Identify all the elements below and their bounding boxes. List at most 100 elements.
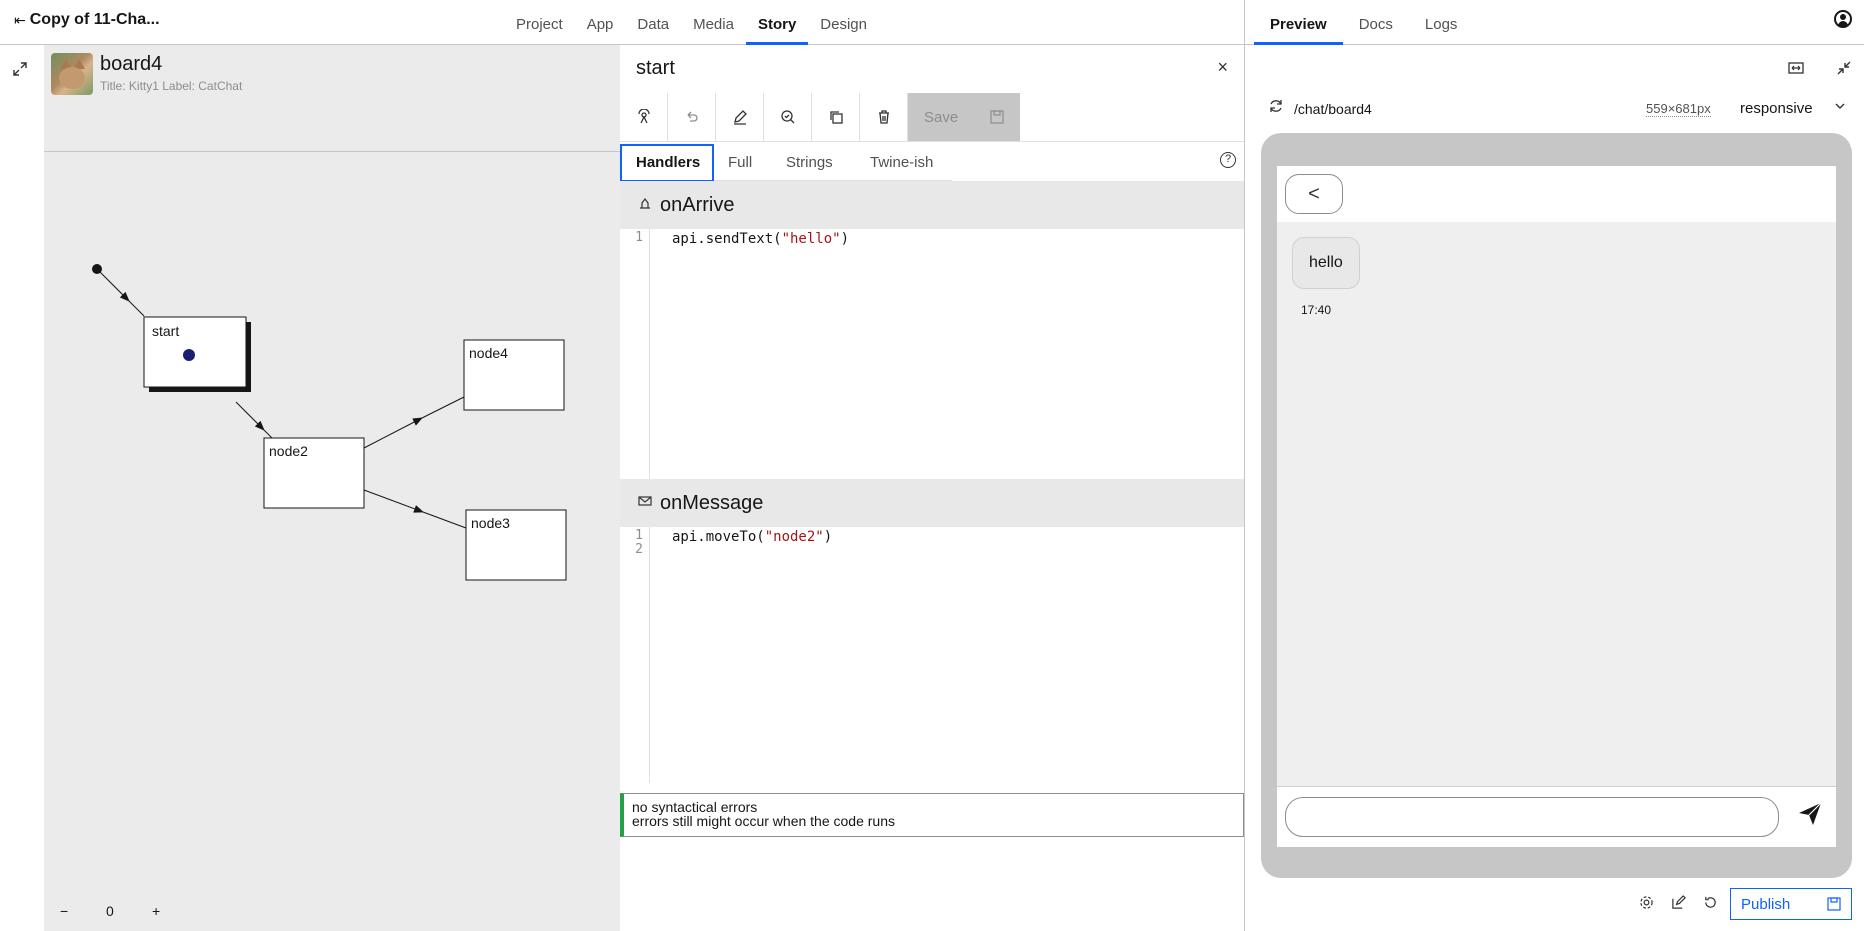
floppy-icon [990,110,1004,124]
target-icon [637,109,650,124]
rename-button[interactable] [716,93,764,141]
editor-tabs: Handlers Full Strings Twine-ish ? [620,141,1244,182]
tab-design[interactable]: Design [808,0,879,44]
on-message-header: onMessage [620,479,1244,527]
tab-preview[interactable]: Preview [1254,0,1343,45]
pencil-icon [733,110,747,125]
save-button[interactable]: Save [908,93,1020,141]
on-arrive-header: onArrive [620,181,1244,229]
message-time: 17:40 [1301,303,1332,317]
zoom-value: 0 [106,903,114,919]
node-node2[interactable]: node2 [263,437,365,509]
chevron-down-icon[interactable] [1834,100,1846,115]
node-active-indicator [183,349,195,361]
compose-bar [1277,786,1836,847]
trash-icon [878,110,889,124]
preview-tabs: Preview Docs Logs [1254,0,1474,45]
tab-logs[interactable]: Logs [1409,0,1474,44]
tab-project[interactable]: Project [504,0,575,44]
lint-status: no syntactical errors errors still might… [620,793,1244,837]
tab-twine-ish[interactable]: Twine-ish [856,144,952,182]
fit-width-icon[interactable] [1788,60,1804,81]
edit-page-icon[interactable] [1662,894,1694,914]
user-avatar-icon[interactable] [1834,10,1852,28]
on-arrive-code-editor[interactable]: 1 api.sendText("hello") [620,229,1244,479]
tab-strings[interactable]: Strings [772,144,856,182]
save-label: Save [924,108,959,126]
duplicate-button[interactable] [812,93,860,141]
edge-node2-node4 [363,417,423,449]
node-label: node3 [471,515,510,531]
tab-media[interactable]: Media [681,0,746,44]
undo-icon [687,111,698,122]
line-numbers: 1 2 [620,527,650,783]
settings-icon[interactable] [1630,895,1662,914]
undo-button[interactable] [668,93,716,141]
copy-icon [829,111,843,124]
on-message-title: onMessage [660,491,764,514]
search-check-icon [780,110,794,124]
close-editor-button[interactable]: × [1217,57,1228,78]
help-icon[interactable]: ? [1220,152,1236,168]
zoom-control: − 0 + [44,903,244,927]
delete-button[interactable] [860,93,908,141]
tab-handlers[interactable]: Handlers [620,144,714,182]
node-label: start [152,323,179,339]
edge-start-node2 [235,401,265,431]
reset-icon[interactable] [1694,895,1726,914]
on-arrive-title: onArrive [660,193,735,216]
publish-label: Publish [1741,895,1791,913]
top-bar: ⇤ Copy of 11-Cha... Project App Data Med… [0,0,1864,45]
edge-entry-start [96,268,130,302]
edge-node2-node3 [363,489,424,513]
story-graph: start node4 node2 node3 [92,264,567,581]
node-label: node2 [269,443,308,459]
panel-divider [1244,0,1245,931]
node-start[interactable]: start [143,316,251,392]
message-bubble: hello [1292,237,1360,289]
node-editor: start × Save Handlers Full Strings Twine… [620,45,1244,931]
send-icon[interactable] [1797,801,1823,832]
story-board: board4 Title: Kitty1 Label: CatChat star… [44,45,620,931]
message-input[interactable] [1285,797,1779,837]
tab-story[interactable]: Story [745,0,809,45]
node-name-heading: start [636,57,675,79]
tab-app[interactable]: App [575,0,626,44]
check-code-button[interactable] [764,93,812,141]
collapse-icon[interactable] [1836,60,1852,81]
chat-back-button[interactable]: < [1285,174,1343,214]
expand-icon[interactable] [12,61,28,82]
editor-toolbar: Save [620,93,1020,141]
code-line: api.moveTo("node2") [672,529,833,545]
publish-button[interactable]: Publish [1730,888,1852,920]
mail-icon [638,494,652,511]
zoom-in-button[interactable]: + [152,903,160,919]
tab-docs[interactable]: Docs [1343,0,1409,44]
device-frame: < hello 17:40 [1261,133,1852,878]
floppy-icon [1827,897,1841,911]
preview-url-bar: /chat/board4 559×681px responsive [1268,98,1848,120]
node-label: node4 [469,345,508,361]
preview-size: 559×681px [1646,101,1711,117]
preview-actions [1630,888,1726,920]
line-numbers: 1 [620,229,650,479]
lint-line: no syntactical errors [632,799,758,815]
lint-line: errors still might occur when the code r… [632,813,895,829]
on-message-code-editor[interactable]: 1 2 api.moveTo("node2") [620,527,1244,783]
main-nav: Project App Data Media Story Design [504,0,879,45]
zoom-out-button[interactable]: − [60,903,68,919]
goto-node-button[interactable] [620,93,668,141]
responsive-select[interactable]: responsive [1740,100,1813,117]
project-title: Copy of 11-Cha... [29,11,160,28]
chat-header: < [1277,166,1836,222]
tab-full[interactable]: Full [714,144,772,182]
node-node3[interactable]: node3 [465,509,567,581]
exit-icon: ⇤ [14,11,26,28]
back-to-projects-button[interactable]: ⇤ Copy of 11-Cha... [14,11,160,29]
left-strip [0,45,44,931]
tab-data[interactable]: Data [625,0,681,44]
refresh-icon[interactable] [1268,98,1284,118]
preview-path: /chat/board4 [1294,101,1372,117]
code-line: api.sendText("hello") [672,231,850,247]
node-node4[interactable]: node4 [463,339,565,411]
